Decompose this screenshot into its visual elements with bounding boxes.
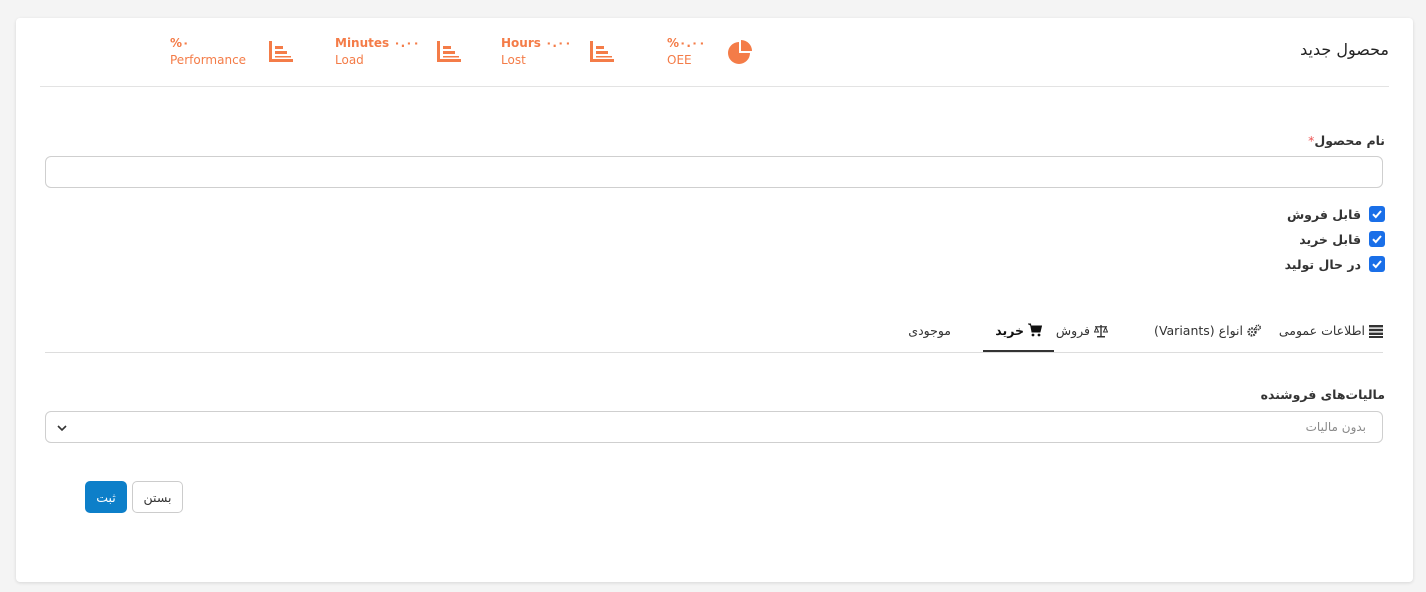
shopping-cart-icon [1028, 323, 1042, 337]
stat-load[interactable]: Minutes ۰.۰۰ Load [335, 35, 465, 69]
close-button[interactable]: بستن [132, 481, 183, 513]
tab-general-info[interactable]: اطلاعات عمومی [1279, 310, 1383, 351]
tab-inventory[interactable]: موجودی [908, 310, 951, 351]
save-button[interactable]: ثبت [85, 481, 127, 513]
stat-oee-value: %۰.۰۰ [667, 36, 706, 50]
tab-sales[interactable]: فروش [1056, 310, 1108, 351]
checkbox-label: در حال تولید [1284, 256, 1361, 272]
tab-label: خرید [995, 322, 1024, 338]
product-name-label: نام محصول* [1308, 133, 1385, 148]
balance-scale-icon [1094, 324, 1108, 337]
vendor-taxes-select[interactable]: بدون مالیات [45, 411, 1383, 443]
stat-load-value: Minutes ۰.۰۰ [335, 36, 420, 50]
tab-label: موجودی [908, 323, 951, 338]
stat-performance[interactable]: %۰ Performance [170, 35, 300, 69]
stat-performance-label: Performance [170, 53, 247, 67]
stat-load-label: Load [335, 53, 364, 67]
tab-label: فروش [1055, 323, 1090, 338]
checkbox-label: قابل فروش [1286, 206, 1361, 222]
stat-performance-value: %۰ [170, 36, 190, 50]
stat-lost-label: Lost [501, 53, 526, 67]
product-name-input[interactable] [45, 156, 1383, 188]
bar-chart-icon [269, 41, 293, 62]
form-tabs: اطلاعات عمومی انواع (Variants) فروش خرید… [45, 310, 1383, 353]
checkbox-can-be-purchased[interactable]: قابل خرید [1299, 230, 1385, 248]
checkbox-checked-icon[interactable] [1369, 231, 1385, 247]
checkbox-label: قابل خرید [1299, 231, 1361, 247]
tab-label: اطلاعات عمومی [1278, 323, 1365, 338]
checkbox-checked-icon[interactable] [1369, 206, 1385, 222]
chevron-down-icon [57, 425, 67, 432]
page-title: محصول جدید [1300, 40, 1389, 59]
bar-chart-icon [437, 41, 461, 62]
list-icon [1369, 324, 1383, 338]
checkbox-can-be-sold[interactable]: قابل فروش [1287, 205, 1385, 223]
vendor-taxes-label: مالیات‌های فروشنده [1260, 387, 1385, 402]
checkbox-in-production[interactable]: در حال تولید [1285, 255, 1385, 273]
bar-chart-icon [590, 41, 614, 62]
stat-lost[interactable]: Hours ۰.۰۰ Lost [501, 35, 621, 69]
stat-oee-label: OEE [667, 53, 692, 67]
pie-chart-icon [728, 40, 752, 64]
cogs-icon [1247, 324, 1261, 337]
card-header: محصول جدید %۰.۰۰ OEE Hours ۰.۰۰ Lost Min… [40, 18, 1389, 87]
vendor-taxes-selected-value: بدون مالیات [1305, 420, 1366, 434]
tab-variants[interactable]: انواع (Variants) [1154, 310, 1261, 351]
tab-label: انواع (Variants) [1154, 323, 1243, 338]
checkbox-checked-icon[interactable] [1369, 256, 1385, 272]
stat-oee[interactable]: %۰.۰۰ OEE [667, 35, 757, 69]
tab-purchase[interactable]: خرید [983, 310, 1054, 352]
stat-lost-value: Hours ۰.۰۰ [501, 36, 572, 50]
product-form-card: محصول جدید %۰.۰۰ OEE Hours ۰.۰۰ Lost Min… [16, 18, 1413, 582]
